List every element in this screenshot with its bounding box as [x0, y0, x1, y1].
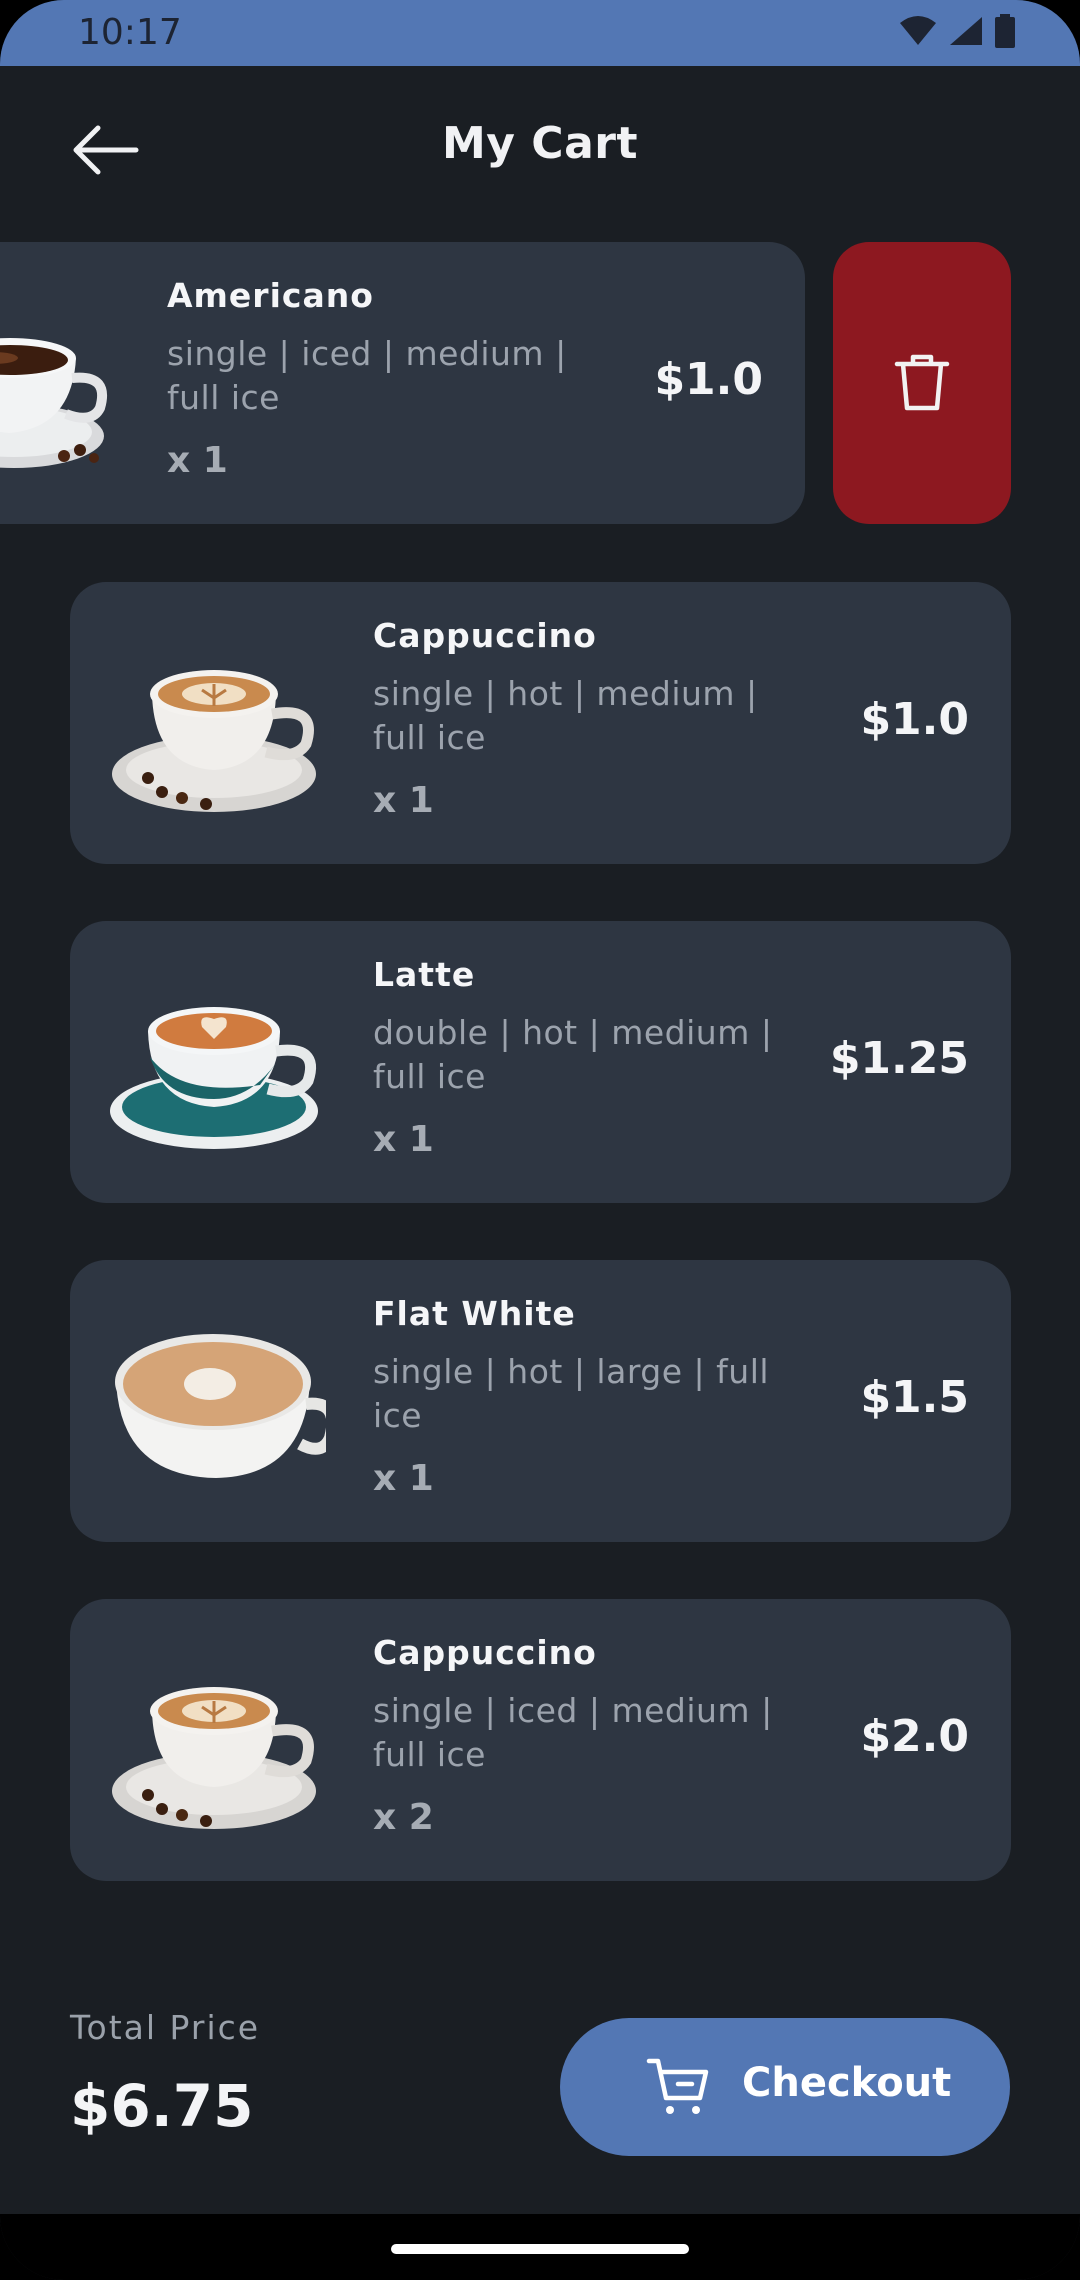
americano-image: [0, 338, 107, 468]
cart-icon: [646, 2058, 709, 2114]
cappuccino-image: [112, 1687, 316, 1829]
page-title: My Cart: [442, 118, 638, 169]
wifi-icon: [900, 16, 936, 45]
item-name: Latte: [373, 955, 476, 994]
checkout-label: Checkout: [742, 2060, 952, 2106]
cart-item-cappuccino[interactable]: Cappuccino single | hot | medium | full …: [70, 582, 1011, 864]
item-quantity: x 1: [167, 440, 228, 481]
item-price: $2.0: [860, 1711, 969, 1762]
cart-item-cappuccino-2[interactable]: Cappuccino single | iced | medium | full…: [70, 1599, 1011, 1881]
flat-white-image: [115, 1334, 326, 1478]
app-screen: 10:17 My Cart Americano single | iced | …: [0, 0, 1080, 2280]
item-options: single | hot | medium | full ice: [373, 674, 758, 757]
checkout-button[interactable]: Checkout: [560, 2018, 1010, 2156]
cappuccino-image: [112, 670, 316, 812]
status-time: 10:17: [78, 12, 182, 53]
item-quantity: x 1: [373, 780, 434, 821]
trash-icon: [894, 354, 950, 411]
delete-item-button[interactable]: [833, 242, 1011, 524]
item-price: $1.0: [860, 694, 969, 745]
battery-icon: [995, 14, 1015, 48]
item-options: single | hot | large | full ice: [373, 1352, 770, 1435]
home-indicator[interactable]: [391, 2244, 689, 2254]
latte-image: [110, 1007, 318, 1149]
signal-icon: [950, 17, 982, 45]
cart-item-americano[interactable]: Americano single | iced | medium | full …: [0, 242, 805, 524]
item-price: $1.0: [654, 354, 763, 405]
item-options: single | iced | medium | full ice: [167, 334, 567, 417]
item-price: $1.25: [829, 1033, 969, 1084]
total-price-value: $6.75: [70, 2072, 254, 2140]
item-name: Cappuccino: [373, 1633, 597, 1672]
item-name: Americano: [167, 276, 374, 315]
item-name: Cappuccino: [373, 616, 597, 655]
status-bar: 10:17: [0, 0, 1080, 66]
cart-item-flat-white[interactable]: Flat White single | hot | large | full i…: [70, 1260, 1011, 1542]
item-quantity: x 1: [373, 1458, 434, 1499]
item-name: Flat White: [373, 1294, 576, 1333]
item-price: $1.5: [860, 1372, 969, 1423]
item-options: double | hot | medium | full ice: [373, 1013, 773, 1096]
item-quantity: x 2: [373, 1797, 434, 1838]
item-options: single | iced | medium | full ice: [373, 1691, 773, 1774]
status-icons: [898, 14, 1016, 48]
item-quantity: x 1: [373, 1119, 434, 1160]
top-app-bar: My Cart: [0, 96, 1080, 206]
cart-item-latte[interactable]: Latte double | hot | medium | full ice x…: [70, 921, 1011, 1203]
total-price-label: Total Price: [70, 2008, 261, 2047]
